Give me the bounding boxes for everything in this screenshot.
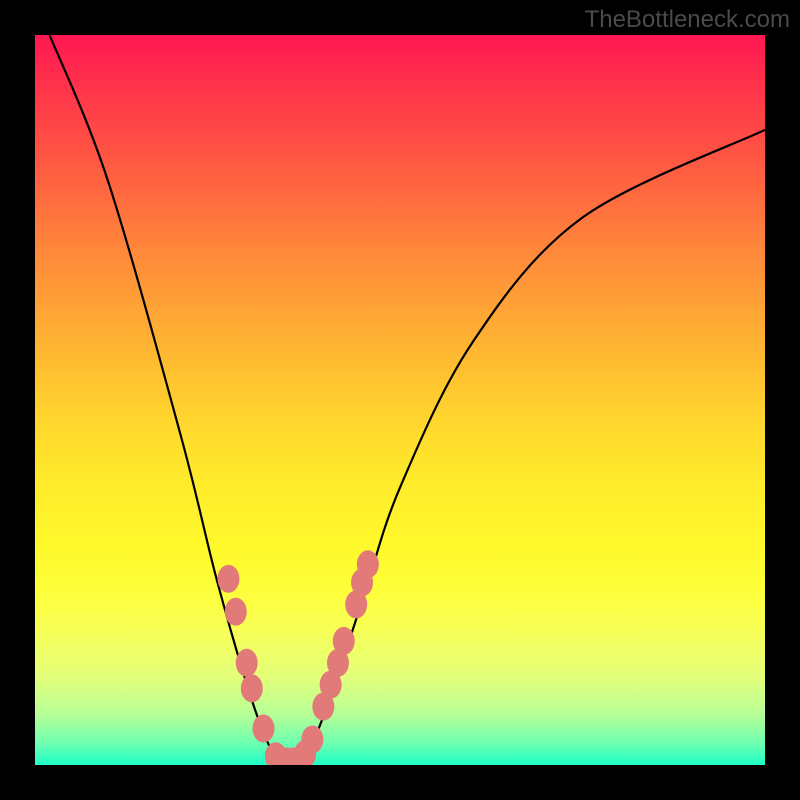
marker-dot bbox=[217, 565, 239, 593]
marker-dot bbox=[357, 550, 379, 578]
plot-area bbox=[35, 35, 765, 765]
marker-dot bbox=[241, 674, 263, 702]
curve-line bbox=[50, 35, 765, 765]
marker-dot bbox=[236, 649, 258, 677]
marker-dot bbox=[252, 715, 274, 743]
marker-dot bbox=[333, 627, 355, 655]
watermark-text: TheBottleneck.com bbox=[585, 6, 790, 34]
markers-group bbox=[217, 550, 378, 765]
chart-svg bbox=[35, 35, 765, 765]
marker-dot bbox=[301, 725, 323, 753]
marker-dot bbox=[225, 598, 247, 626]
